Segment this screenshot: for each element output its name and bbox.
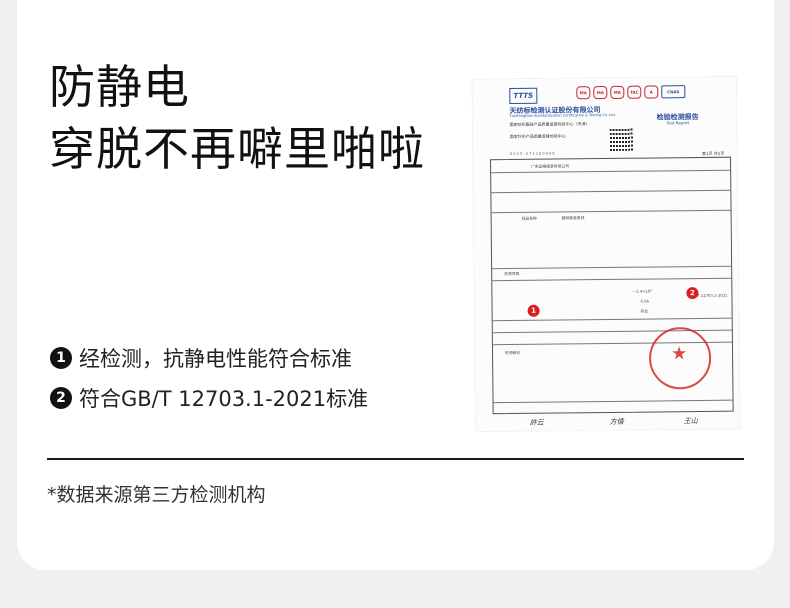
headline-line-2: 穿脱不再噼里啪啦: [49, 122, 425, 176]
signature: 方倩: [609, 417, 624, 426]
highlight-badge-2: 2: [686, 287, 699, 300]
bullet-item: 2 符合GB/T 12703.1-2021标准: [50, 378, 368, 418]
test-report-image: TTTS MA MA MA TAC A CNAS 天纺标检测认证股份有限公司 T…: [472, 76, 740, 432]
star-icon: ★: [670, 343, 688, 365]
bullet-text: 符合GB/T 12703.1-2021标准: [79, 387, 369, 411]
bullet-number-badge: 1: [50, 347, 72, 369]
cma-mark-icon: MA: [593, 85, 608, 100]
tac-mark-icon: TAC: [627, 85, 642, 99]
table-conclusion-label: 检测结论: [505, 349, 521, 356]
report-title-en: Test Report: [666, 120, 690, 126]
qr-code-icon: [609, 126, 634, 151]
headline-line-1: 防静电: [49, 60, 190, 114]
cma-mark-icon: MA: [576, 86, 591, 100]
cma-mark-icon: MA: [610, 85, 625, 99]
certification-marks: MA MA MA TAC A CNAS: [576, 85, 686, 100]
report-center-line-b: 国家针织产品质量监督检验中心: [509, 133, 566, 140]
report-logo: TTTS: [509, 87, 538, 105]
table-rule: [491, 189, 731, 194]
footnote: *数据来源第三方检测机构: [47, 484, 266, 506]
table-result: 符合: [640, 308, 649, 314]
table-rule: [492, 277, 732, 282]
table-rule: [492, 317, 732, 322]
table-rule: [491, 169, 731, 174]
table-section-label: 检测项目: [504, 270, 520, 277]
table-client: 广东品格服装有限公司: [531, 163, 570, 169]
signature: 許云: [529, 418, 544, 427]
bullet-item: 1 经检测，抗静电性能符合标准: [50, 338, 368, 378]
table-rule: [493, 399, 733, 404]
report-center-line-a: 国家纺织服装产品质量监督检验中心（天津）: [509, 121, 590, 128]
divider: [47, 458, 744, 460]
highlight-badge-1: 1: [527, 304, 540, 317]
table-rule: [491, 209, 731, 214]
report-serial: S S 2 5 - 0 7 2 2 0 0 0 0 8: [509, 151, 555, 157]
table-product-label: 样品名称: [521, 215, 537, 221]
official-seal: ★: [648, 326, 712, 390]
table-result: 0.56: [640, 298, 649, 304]
table-rule: [492, 265, 732, 270]
cnas-mark-icon: CNAS: [661, 85, 686, 99]
table-result: —2.4×10⁸: [632, 288, 652, 294]
bullet-text: 经检测，抗静电性能符合标准: [79, 347, 352, 371]
signature: 王山: [683, 417, 698, 426]
headline: 防静电 穿脱不再噼里啪啦: [49, 56, 425, 180]
bullet-number-badge: 2: [50, 387, 72, 409]
report-company-name-en: TianFangBiao Standardization Certificati…: [509, 112, 616, 119]
table-product: 圆领套装男袜: [561, 215, 585, 221]
bullet-list: 1 经检测，抗静电性能符合标准 2 符合GB/T 12703.1-2021标准: [50, 338, 368, 418]
accreditation-mark-icon: A: [644, 85, 659, 99]
